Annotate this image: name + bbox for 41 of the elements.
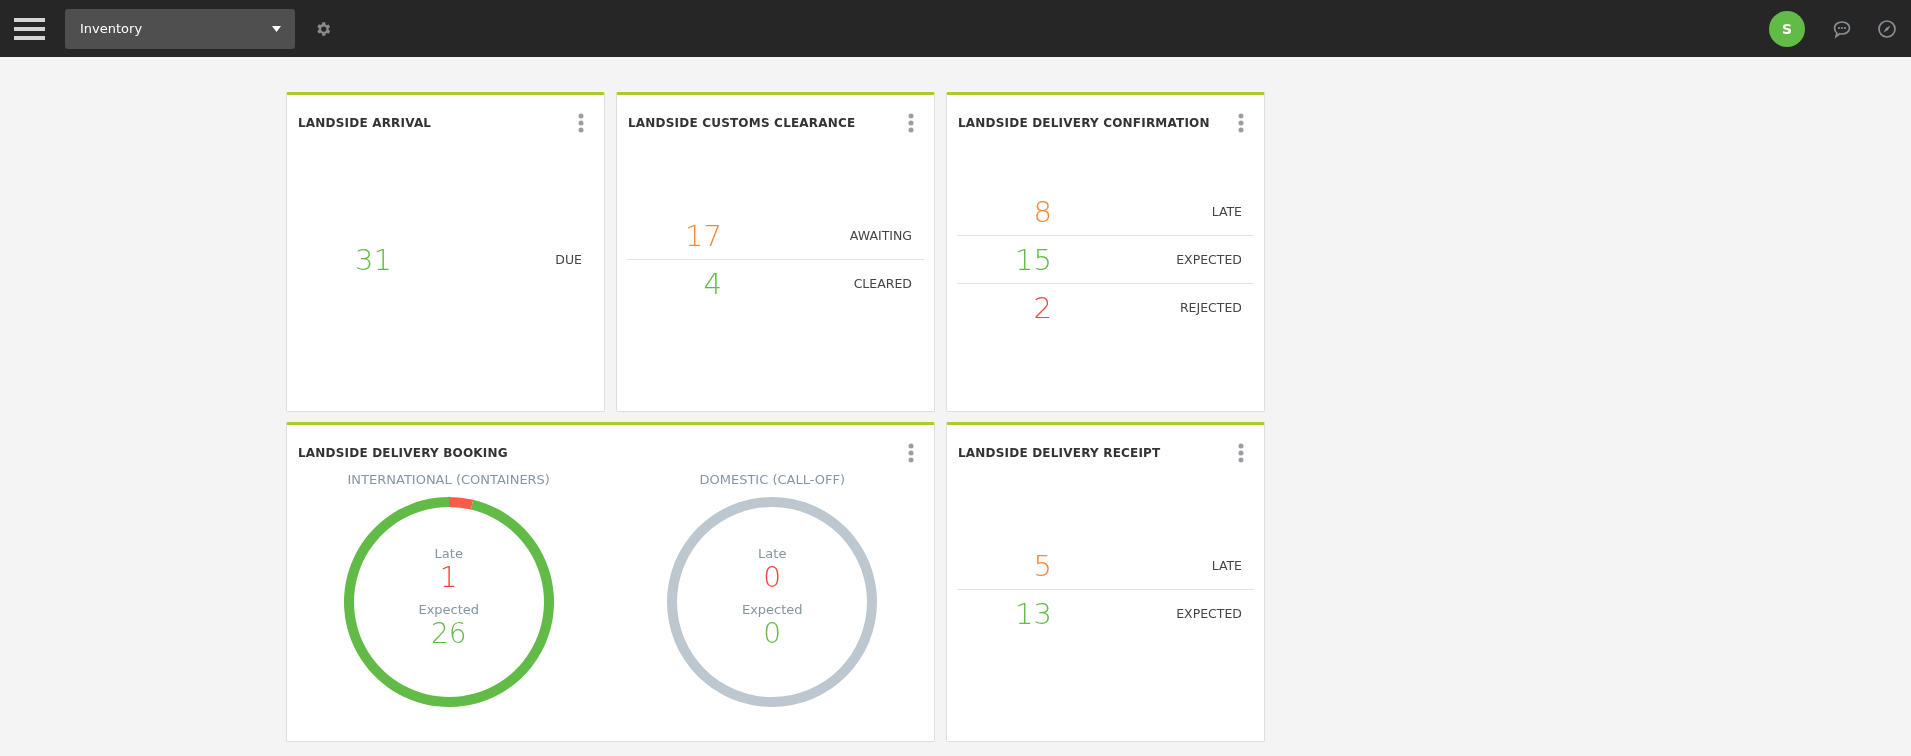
stat-value: 0 (763, 617, 782, 650)
metric-value: 4 (702, 266, 722, 301)
metric-label: LATE (1210, 204, 1243, 219)
metric-value: 15 (1014, 242, 1052, 277)
more-options-icon[interactable] (1238, 443, 1244, 463)
stat-value: 1 (439, 561, 458, 594)
more-options-icon[interactable] (578, 113, 584, 133)
metric-label: AWAITING (848, 228, 913, 243)
menu-icon[interactable] (14, 17, 45, 40)
metric-value: 5 (1032, 548, 1052, 583)
widget-title: LANDSIDE DELIVERY RECEIPT (958, 446, 1161, 460)
widget-title: LANDSIDE CUSTOMS CLEARANCE (628, 116, 856, 130)
compass-icon[interactable] (1877, 18, 1897, 39)
stat-label: Expected (741, 602, 803, 617)
metric-label: CLEARED (852, 276, 913, 291)
metric-value: 17 (684, 218, 722, 253)
stat-value: 26 (430, 617, 467, 650)
metric-value: 8 (1032, 194, 1052, 229)
metric-label: EXPECTED (1175, 252, 1243, 267)
widget-title: LANDSIDE DELIVERY BOOKING (298, 446, 508, 460)
stat-label: Expected (418, 602, 480, 617)
metric-label: EXPECTED (1175, 606, 1243, 621)
chart-title: INTERNATIONAL (CONTAINERS) (347, 472, 550, 487)
metric-value: 13 (1014, 596, 1052, 631)
chat-icon[interactable] (1832, 18, 1852, 39)
stat-label: Late (434, 546, 463, 561)
more-options-icon[interactable] (908, 443, 914, 463)
stat-label: Late (758, 546, 787, 561)
caret-icon (272, 25, 281, 32)
metric-value: 2 (1032, 290, 1052, 325)
stat-value: 0 (763, 561, 782, 594)
metric-label: LATE (1210, 558, 1243, 573)
chart-title: DOMESTIC (CALL-OFF) (699, 472, 845, 487)
metric-label: REJECTED (1178, 300, 1243, 315)
more-options-icon[interactable] (908, 113, 914, 133)
workspace-dropdown[interactable]: Inventory (65, 8, 295, 49)
widget-title: LANDSIDE ARRIVAL (298, 116, 432, 130)
metric-label: DUE (554, 252, 583, 267)
widget-title: LANDSIDE DELIVERY CONFIRMATION (958, 116, 1210, 130)
metric-value: 31 (354, 242, 392, 277)
more-options-icon[interactable] (1238, 113, 1244, 133)
